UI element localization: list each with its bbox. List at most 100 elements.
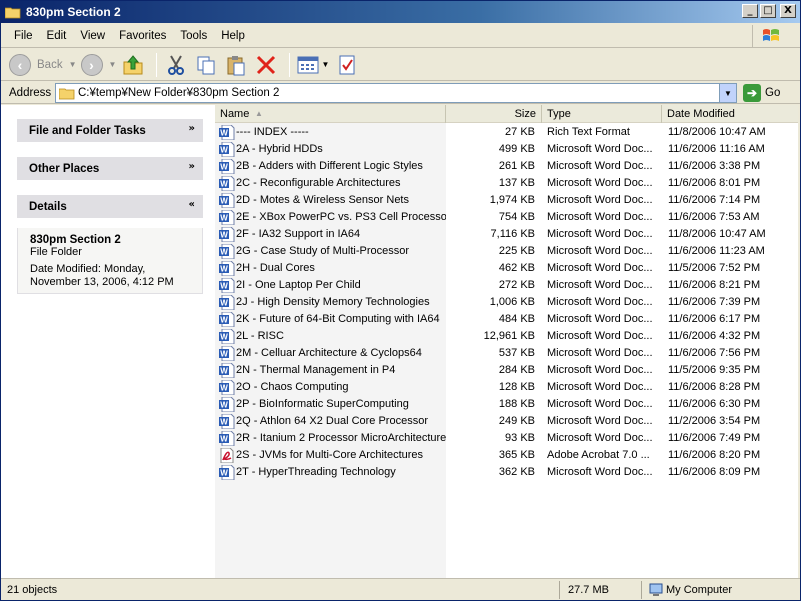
file-row[interactable]: 2S - JVMs for Multi-Core Architectures 36…: [215, 447, 798, 464]
menu-view[interactable]: View: [73, 30, 112, 42]
svg-text:W: W: [220, 163, 228, 172]
details-header[interactable]: Details «: [17, 195, 203, 218]
go-arrow-icon: ➔: [743, 84, 761, 102]
svg-text:W: W: [220, 384, 228, 393]
svg-text:W: W: [220, 197, 228, 206]
file-row[interactable]: W 2O - Chaos Computing 128 KB Microsoft Wor…: [215, 379, 798, 396]
file-row[interactable]: W 2N - Thermal Management in P4 284 KB Micr…: [215, 362, 798, 379]
file-type: Microsoft Word Doc...: [547, 211, 653, 223]
menu-bar: File Edit View Favorites Tools Help: [1, 24, 800, 48]
word-icon: W: [219, 142, 235, 157]
file-row[interactable]: W 2A - Hybrid HDDs 499 KB Microsoft Word Do…: [215, 141, 798, 158]
collapse-chevron-icon[interactable]: «: [189, 199, 195, 210]
file-date: 11/6/2006 8:20 PM: [668, 449, 761, 461]
properties-button[interactable]: [334, 52, 360, 78]
file-date: 11/6/2006 11:23 AM: [668, 245, 765, 257]
file-date: 11/5/2006 9:35 PM: [668, 364, 761, 376]
file-size: 1,006 KB: [489, 296, 535, 308]
file-row[interactable]: W 2H - Dual Cores 462 KB Microsoft Word Doc…: [215, 260, 798, 277]
file-row[interactable]: W 2L - RISC 12,961 KB Microsoft Word Doc...…: [215, 328, 798, 345]
column-header-type[interactable]: Type: [542, 105, 662, 123]
address-dropdown-button[interactable]: ▼: [719, 84, 736, 102]
file-row[interactable]: W 2M - Celluar Architecture & Cyclops64 53…: [215, 345, 798, 362]
menu-help[interactable]: Help: [214, 30, 252, 42]
file-row[interactable]: W 2T - HyperThreading Technology 362 KB Mic…: [215, 464, 798, 481]
file-type: Microsoft Word Doc...: [547, 415, 653, 427]
window-title: 830pm Section 2: [26, 5, 121, 19]
forward-button[interactable]: › ▼: [80, 51, 116, 79]
word-icon: W: [219, 312, 235, 327]
delete-button[interactable]: [253, 52, 279, 78]
title-bar[interactable]: 830pm Section 2 _ □ X: [1, 1, 800, 23]
toolbar-separator: [156, 52, 158, 77]
file-size: 137 KB: [498, 177, 535, 189]
details-date-modified: Date Modified: Monday, November 13, 2006…: [30, 263, 174, 288]
back-button[interactable]: ‹ Back ▼: [9, 51, 77, 79]
expand-chevron-icon[interactable]: »: [189, 161, 195, 172]
file-type: Microsoft Word Doc...: [547, 194, 653, 206]
file-row[interactable]: W 2K - Future of 64-Bit Computing with IA…: [215, 311, 798, 328]
scissors-icon: [168, 54, 185, 75]
svg-text:W: W: [220, 401, 228, 410]
file-row[interactable]: W 2R - Itanium 2 Processor MicroArchitect…: [215, 430, 798, 447]
address-input[interactable]: C:¥temp¥New Folder¥830pm Section 2 ▼: [55, 83, 737, 103]
file-date: 11/6/2006 7:49 PM: [668, 432, 761, 444]
svg-text:W: W: [220, 248, 228, 257]
file-type: Microsoft Word Doc...: [547, 398, 653, 410]
other-places-header[interactable]: Other Places »: [17, 157, 203, 180]
cut-button[interactable]: [163, 52, 189, 78]
word-icon: W: [219, 244, 235, 259]
menu-favorites[interactable]: Favorites: [112, 30, 173, 42]
maximize-button[interactable]: □: [760, 4, 776, 18]
file-row[interactable]: W 2F - IA32 Support in IA64 7,116 KB Micros…: [215, 226, 798, 243]
file-row[interactable]: W 2Q - Athlon 64 X2 Dual Core Processor 24…: [215, 413, 798, 430]
word-icon: W: [219, 159, 235, 174]
status-size: 27.7 MB: [564, 581, 642, 599]
file-row[interactable]: W 2E - XBox PowerPC vs. PS3 Cell Processo…: [215, 209, 798, 226]
views-button[interactable]: ▼: [296, 52, 330, 78]
svg-text:W: W: [220, 180, 228, 189]
file-name: 2P - BioInformatic SuperComputing: [236, 398, 409, 410]
svg-text:W: W: [220, 214, 228, 223]
file-type: Microsoft Word Doc...: [547, 143, 653, 155]
my-computer-icon: [649, 583, 663, 596]
file-row[interactable]: W 2D - Motes & Wireless Sensor Nets 1,974 …: [215, 192, 798, 209]
file-folder-tasks-header[interactable]: File and Folder Tasks »: [17, 119, 203, 142]
file-size: 272 KB: [498, 279, 535, 291]
word-icon: W: [219, 176, 235, 191]
file-row[interactable]: W 2B - Adders with Different Logic Styles…: [215, 158, 798, 175]
up-folder-button[interactable]: [120, 52, 146, 78]
paste-button[interactable]: [223, 52, 249, 78]
close-button[interactable]: X: [780, 4, 796, 18]
column-header-name[interactable]: Name ▲: [215, 105, 446, 123]
svg-text:W: W: [220, 333, 228, 342]
menu-tools[interactable]: Tools: [173, 30, 214, 42]
file-date: 11/6/2006 4:32 PM: [668, 330, 761, 342]
file-size: 284 KB: [498, 364, 535, 376]
file-row[interactable]: W ---- INDEX ----- 27 KB Rich Text Format 11…: [215, 124, 798, 141]
file-name: 2M - Celluar Architecture & Cyclops64: [236, 347, 422, 359]
menu-edit[interactable]: Edit: [40, 30, 74, 42]
views-dropdown-icon: ▼: [321, 60, 330, 69]
column-header-size[interactable]: Size: [446, 105, 542, 123]
file-row[interactable]: W 2P - BioInformatic SuperComputing 188 KB…: [215, 396, 798, 413]
word-icon: W: [219, 465, 235, 480]
file-type: Microsoft Word Doc...: [547, 466, 653, 478]
file-row[interactable]: W 2J - High Density Memory Technologies 1,…: [215, 294, 798, 311]
copy-button[interactable]: [193, 52, 219, 78]
forward-arrow-icon: ›: [80, 53, 103, 76]
file-row[interactable]: W 2I - One Laptop Per Child 272 KB Microsof…: [215, 277, 798, 294]
word-icon: W: [219, 278, 235, 293]
expand-chevron-icon[interactable]: »: [189, 123, 195, 134]
go-button[interactable]: ➔ Go: [743, 83, 780, 103]
folder-icon: [5, 7, 21, 18]
go-label: Go: [765, 87, 781, 99]
file-row[interactable]: W 2G - Case Study of Multi-Processor 225 K…: [215, 243, 798, 260]
word-icon: W: [219, 227, 235, 242]
file-date: 11/6/2006 8:09 PM: [668, 466, 761, 478]
minimize-button[interactable]: _: [742, 4, 758, 18]
file-size: 365 KB: [498, 449, 535, 461]
menu-file[interactable]: File: [7, 30, 40, 42]
file-row[interactable]: W 2C - Reconfigurable Architectures 137 KB…: [215, 175, 798, 192]
column-header-date[interactable]: Date Modified: [662, 105, 798, 123]
